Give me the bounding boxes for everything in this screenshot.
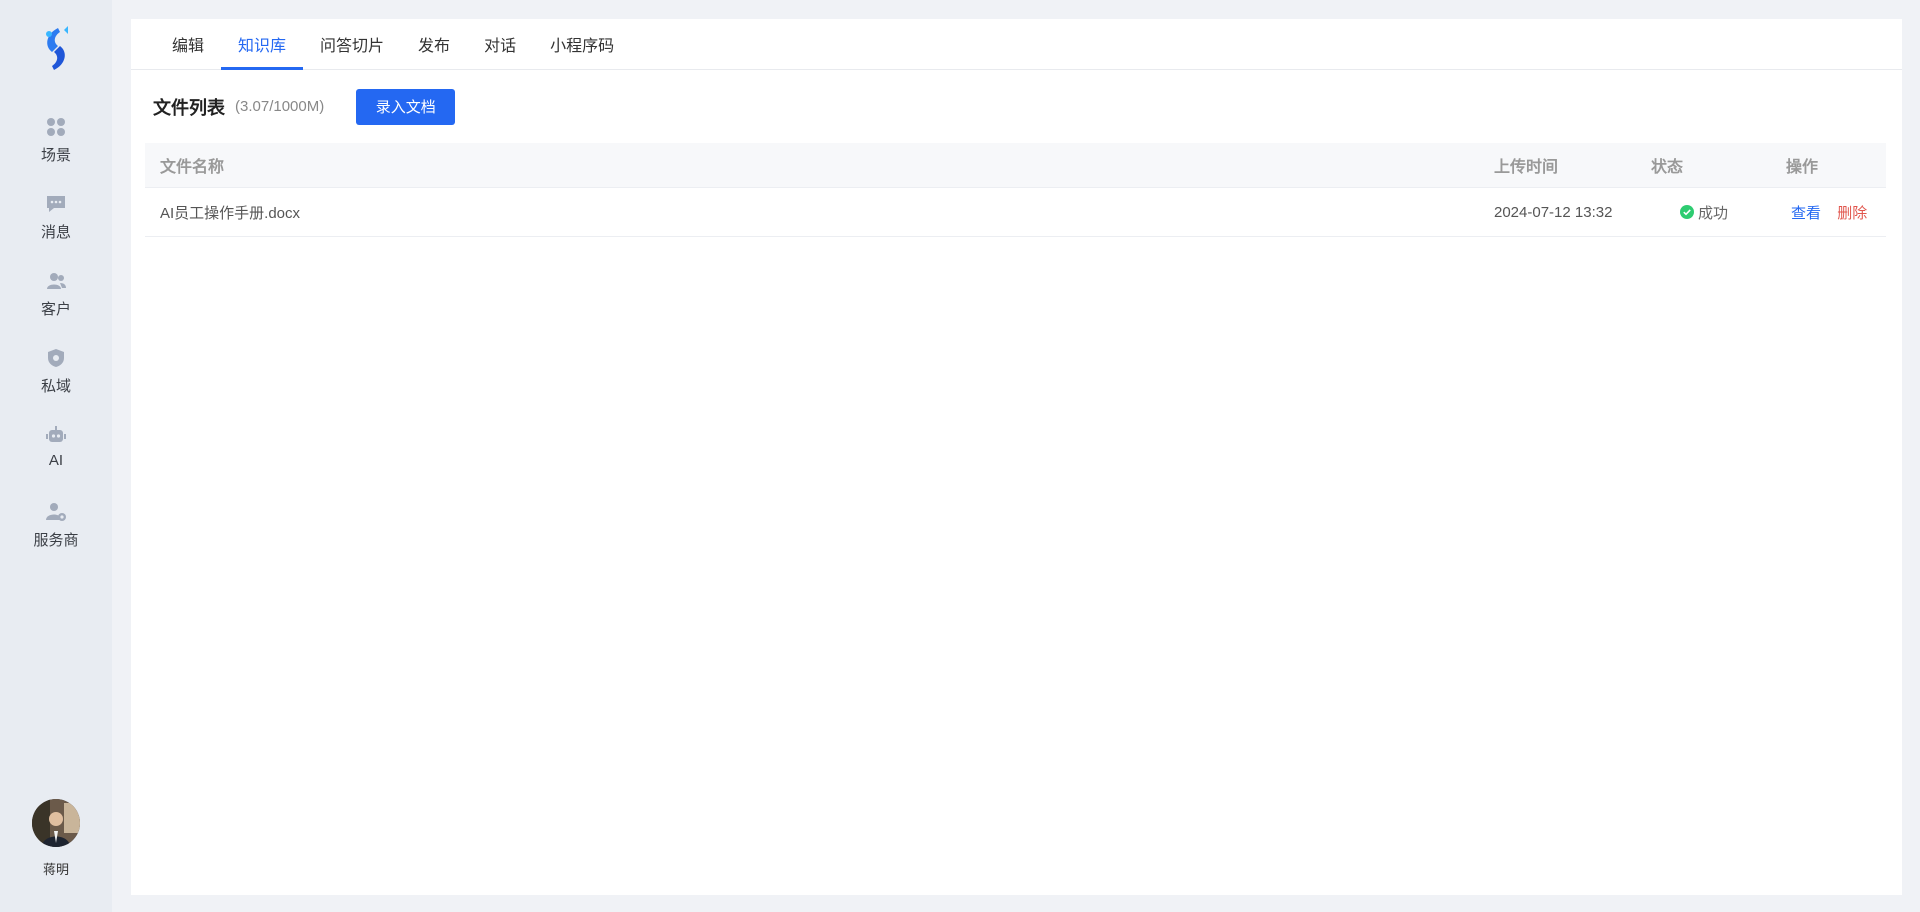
delete-link[interactable]: 删除 [1837,205,1867,222]
sidebar-item-private-domain[interactable]: 私域 [11,345,101,422]
sidebar-item-label: 场景 [40,147,71,164]
user-gear-icon [46,503,66,521]
user-name: 蒋明 [42,862,69,877]
shield-icon [48,349,64,367]
sidebar-item-label: 私域 [40,378,71,395]
sidebar-item-scene[interactable]: 场景 [11,114,101,191]
chat-bubble-icon [47,196,65,212]
table-header: 文件名称 上传时间 状态 操作 [145,143,1886,188]
avatar[interactable] [32,799,80,847]
tab-mini-program-code[interactable]: 小程序码 [533,19,631,69]
upload-time: 2024-07-12 13:32 [1494,203,1613,221]
column-header-name: 文件名称 [160,159,225,176]
tab-conversation[interactable]: 对话 [467,19,533,69]
grid-dots-icon [47,118,65,136]
status-badge: 成功 [1698,204,1729,222]
sidebar-item-label: 客户 [40,301,71,318]
storage-quota: (3.07/1000M) [235,98,325,115]
sidebar-item-label: 消息 [40,224,71,241]
file-table: 文件名称 上传时间 状态 操作 AI员工操作手册.docx 2024-07-12… [145,143,1886,237]
tab-knowledge-base[interactable]: 知识库 [221,19,304,70]
section-title: 文件列表 [153,97,225,118]
tab-bar: 编辑 知识库 问答切片 发布 对话 小程序码 [131,19,1902,70]
sidebar-item-service-provider[interactable]: 服务商 [11,499,101,576]
sidebar-item-label: AI [48,452,64,469]
robot-icon [46,426,66,442]
view-link[interactable]: 查看 [1791,205,1821,222]
tab-publish[interactable]: 发布 [401,19,467,69]
status-cell: 成功 [1651,202,1786,223]
column-header-time: 上传时间 [1494,159,1559,176]
sidebar-item-customers[interactable]: 客户 [11,268,101,345]
sidebar-item-label: 服务商 [33,532,79,549]
check-circle-icon [1680,205,1694,219]
app-logo-icon[interactable] [36,24,76,74]
table-row: AI员工操作手册.docx 2024-07-12 13:32 成功 查看 删除 [145,188,1886,237]
upload-document-button[interactable]: 录入文档 [356,88,456,125]
tab-edit[interactable]: 编辑 [155,19,221,69]
row-actions: 查看 删除 [1786,202,1886,223]
sidebar-item-ai[interactable]: AI [11,422,101,499]
main-panel: 编辑 知识库 问答切片 发布 对话 小程序码 文件列表 (3.07/1000M)… [131,19,1902,895]
column-header-ops: 操作 [1786,159,1819,176]
sidebar: 场景 消息 客户 私域 AI 服务商 蒋明 [0,0,112,912]
file-name: AI员工操作手册.docx [160,204,301,222]
sidebar-nav: 场景 消息 客户 私域 AI 服务商 [11,114,101,576]
sidebar-item-messages[interactable]: 消息 [11,191,101,268]
tab-qa-slices[interactable]: 问答切片 [303,19,401,69]
user-profile[interactable]: 蒋明 [0,799,112,878]
file-list-toolbar: 文件列表 (3.07/1000M) 录入文档 [131,70,1902,143]
users-icon [47,273,66,289]
column-header-status: 状态 [1651,159,1684,176]
